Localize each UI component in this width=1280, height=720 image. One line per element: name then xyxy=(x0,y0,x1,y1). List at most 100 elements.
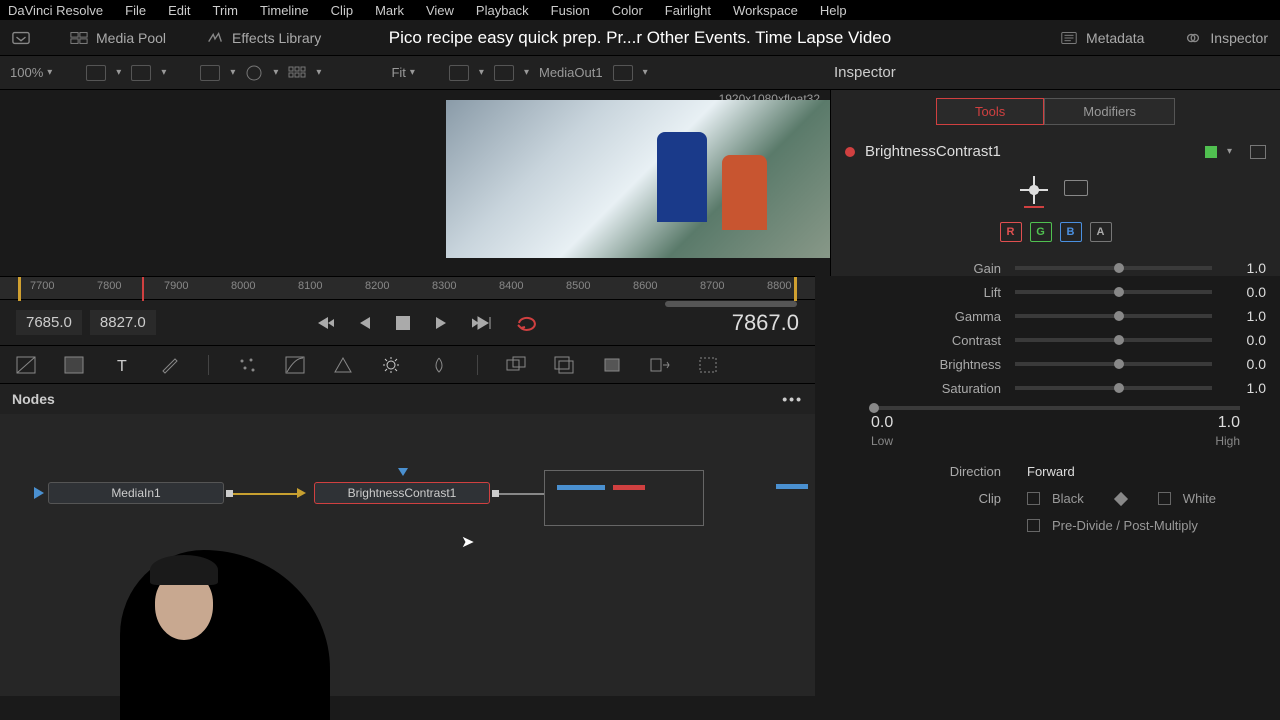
tab-tools[interactable]: Tools xyxy=(936,98,1044,125)
preview-viewer[interactable] xyxy=(446,100,830,258)
menu-file[interactable]: File xyxy=(125,3,146,18)
param-value[interactable]: 1.0 xyxy=(1224,260,1266,276)
go-start-button[interactable] xyxy=(314,315,334,331)
param-slider-lift[interactable] xyxy=(1015,290,1212,294)
effects-library-button[interactable]: Effects Library xyxy=(206,30,321,46)
effects-label: Effects Library xyxy=(232,30,321,46)
param-slider-brightness[interactable] xyxy=(1015,362,1212,366)
loop-button[interactable] xyxy=(516,314,538,332)
menu-timeline[interactable]: Timeline xyxy=(260,3,309,18)
version-icon[interactable] xyxy=(1205,146,1217,158)
timeline-ruler[interactable]: 7700780079008000810082008300840085008600… xyxy=(0,276,815,300)
menu-mark[interactable]: Mark xyxy=(375,3,404,18)
view-icon-c[interactable] xyxy=(613,65,633,81)
param-value[interactable]: 0.0 xyxy=(1224,356,1266,372)
brightness-tool-icon[interactable] xyxy=(381,356,401,374)
param-value[interactable]: 1.0 xyxy=(1224,380,1266,396)
enable-toggle-icon[interactable] xyxy=(845,147,855,157)
menu-clip[interactable]: Clip xyxy=(331,3,353,18)
menu-view[interactable]: View xyxy=(426,3,454,18)
node1-out-port[interactable] xyxy=(226,490,233,497)
tracker-tool-icon[interactable] xyxy=(237,356,257,374)
channel-g-button[interactable]: G xyxy=(1030,222,1052,242)
step-back-button[interactable] xyxy=(358,315,372,331)
svg-text:T: T xyxy=(117,358,127,374)
globe-icon[interactable] xyxy=(245,64,263,82)
mediaout-dropdown[interactable]: MediaOut1 xyxy=(539,65,603,80)
layout-icon-2[interactable] xyxy=(131,65,151,81)
param-value[interactable]: 1.0 xyxy=(1224,308,1266,324)
clip-black-checkbox[interactable] xyxy=(1027,492,1040,505)
channel-r-button[interactable]: R xyxy=(1000,222,1022,242)
range-high-value[interactable]: 1.0 xyxy=(1218,414,1240,432)
in-frame[interactable]: 7685.0 xyxy=(16,310,82,335)
layout-icon-1[interactable] xyxy=(86,65,106,81)
merge-tool-icon[interactable] xyxy=(506,356,526,374)
menu-trim[interactable]: Trim xyxy=(213,3,239,18)
direction-value[interactable]: Forward xyxy=(1027,464,1075,479)
settings-tab-icon[interactable] xyxy=(1064,180,1088,196)
media-pool-button[interactable]: Media Pool xyxy=(70,30,166,46)
channel-a-button[interactable]: A xyxy=(1090,222,1112,242)
predivide-checkbox[interactable] xyxy=(1027,519,1040,532)
in-marker[interactable] xyxy=(18,277,21,301)
param-value[interactable]: 0.0 xyxy=(1224,332,1266,348)
layout-icon-3[interactable] xyxy=(200,65,220,81)
menu-color[interactable]: Color xyxy=(612,3,643,18)
play-button[interactable] xyxy=(434,315,448,331)
colorcurves-tool-icon[interactable] xyxy=(285,356,305,374)
node-mediain1[interactable]: MediaIn1 xyxy=(48,482,224,504)
background-tool-icon[interactable] xyxy=(16,356,36,374)
fastnoise-tool-icon[interactable] xyxy=(64,356,84,374)
hue-tool-icon[interactable] xyxy=(333,356,353,374)
param-slider-gain[interactable] xyxy=(1015,266,1212,270)
node2-out-port[interactable] xyxy=(492,490,499,497)
fit-dropdown[interactable]: Fit▾ xyxy=(391,65,414,80)
zoom-dropdown[interactable]: 100%▾ xyxy=(10,65,52,80)
crop-tool-icon[interactable] xyxy=(698,356,718,374)
clip-diamond-icon[interactable] xyxy=(1114,491,1128,505)
version-dropdown[interactable]: ▾ xyxy=(1227,146,1232,157)
grid-icon[interactable] xyxy=(288,66,306,80)
clip-white-checkbox[interactable] xyxy=(1158,492,1171,505)
channel-b-button[interactable]: B xyxy=(1060,222,1082,242)
menu-fusion[interactable]: Fusion xyxy=(551,3,590,18)
menu-app[interactable]: DaVinci Resolve xyxy=(8,3,103,18)
view-icon-a[interactable] xyxy=(449,65,469,81)
node2-in-arrow[interactable] xyxy=(297,488,306,498)
nodes-menu-icon[interactable]: ••• xyxy=(782,391,803,407)
view-icon-b[interactable] xyxy=(494,65,514,81)
menu-playback[interactable]: Playback xyxy=(476,3,529,18)
param-value[interactable]: 0.0 xyxy=(1224,284,1266,300)
underlay-group[interactable] xyxy=(544,470,704,526)
pin-icon[interactable] xyxy=(1250,145,1266,159)
resize-tool-icon[interactable] xyxy=(650,356,670,374)
range-low-value[interactable]: 0.0 xyxy=(871,414,893,432)
metadata-button[interactable]: Metadata xyxy=(1060,30,1144,46)
param-slider-saturation[interactable] xyxy=(1015,386,1212,390)
mattecontrol-tool-icon[interactable] xyxy=(554,356,574,374)
stop-button[interactable] xyxy=(396,316,410,330)
media-pool-label: Media Pool xyxy=(96,30,166,46)
paint-tool-icon[interactable] xyxy=(160,356,180,374)
inspector-button[interactable]: Inspector xyxy=(1184,30,1268,46)
out-marker[interactable] xyxy=(794,277,797,301)
text-tool-icon[interactable]: T xyxy=(112,356,132,374)
tab-modifiers[interactable]: Modifiers xyxy=(1044,98,1175,125)
dropdown-icon[interactable] xyxy=(12,31,30,45)
brightness-tab-icon[interactable] xyxy=(1024,180,1044,208)
out-frame[interactable]: 8827.0 xyxy=(90,310,156,335)
param-slider-contrast[interactable] xyxy=(1015,338,1212,342)
menu-edit[interactable]: Edit xyxy=(168,3,190,18)
scrollbar-thumb[interactable] xyxy=(665,301,797,307)
blur-tool-icon[interactable] xyxy=(429,356,449,374)
param-slider-gamma[interactable] xyxy=(1015,314,1212,318)
transform-tool-icon[interactable] xyxy=(602,356,622,374)
go-end-button[interactable] xyxy=(472,315,492,331)
menu-fairlight[interactable]: Fairlight xyxy=(665,3,711,18)
menu-help[interactable]: Help xyxy=(820,3,847,18)
node-brightnesscontrast1[interactable]: BrightnessContrast1 xyxy=(314,482,490,504)
playhead[interactable] xyxy=(142,277,144,301)
current-frame[interactable]: 7867.0 xyxy=(732,310,799,336)
menu-workspace[interactable]: Workspace xyxy=(733,3,798,18)
